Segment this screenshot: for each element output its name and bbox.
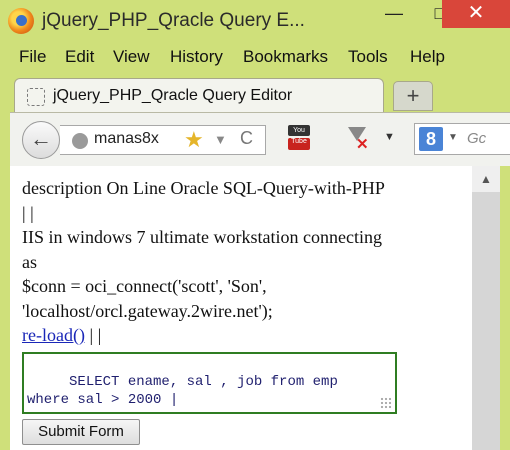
conn-line: $conn = oci_connect('scott', 'Son',: [22, 276, 267, 296]
download-blocked-icon[interactable]: ✕: [346, 127, 370, 153]
reload-row: re-load() | |: [22, 323, 462, 348]
menu-bar: File Edit View History Bookmarks Tools H…: [0, 44, 510, 72]
page-placeholder-icon: [27, 88, 45, 106]
url-dropdown-icon[interactable]: ▼: [214, 132, 227, 147]
search-engine-dropdown-icon[interactable]: ▼: [448, 132, 458, 143]
as-line: as: [22, 251, 37, 272]
menu-file[interactable]: File: [19, 47, 46, 67]
menu-view[interactable]: View: [113, 47, 150, 67]
description-line: description On Line Oracle SQL-Query-wit…: [22, 178, 385, 198]
red-x-icon: ✕: [356, 136, 369, 153]
globe-icon: [72, 133, 88, 149]
tab-active[interactable]: jQuery_PHP_Qracle Query Editor: [14, 78, 384, 114]
tab-label: jQuery_PHP_Qracle Query Editor: [53, 87, 293, 104]
bookmark-star-icon[interactable]: ★: [184, 127, 204, 153]
separator-line: | |: [22, 202, 34, 223]
resize-grip-icon[interactable]: [380, 397, 392, 409]
sql-query-text: SELECT ename, sal , job from emp where s…: [27, 374, 338, 408]
title-bar: jQuery_PHP_Qracle Query E... — □ ✕: [0, 0, 510, 44]
menu-history[interactable]: History: [170, 47, 223, 67]
reload-icon[interactable]: C: [240, 128, 253, 149]
host-line: 'localhost/orcl.gateway.2wire.net');: [22, 300, 273, 321]
menu-tools[interactable]: Tools: [348, 47, 388, 67]
search-box[interactable]: 8 ▼ Gc: [414, 123, 510, 155]
reload-separator: | |: [89, 325, 102, 345]
youtube-label: You Tube: [288, 125, 310, 145]
window-title: jQuery_PHP_Qracle Query E...: [42, 10, 305, 31]
vertical-scrollbar[interactable]: ▲: [472, 166, 500, 450]
navigation-bar: ← manas8x ★ ▼ C You Tube ✕ ▼ 8 ▼ Gc: [10, 112, 510, 166]
iis-line: IIS in windows 7 ultimate workstation co…: [22, 227, 382, 247]
download-menu-icon[interactable]: ▼: [384, 131, 395, 143]
new-tab-button[interactable]: +: [393, 81, 433, 111]
search-engine-icon[interactable]: 8: [419, 127, 443, 151]
minimize-button[interactable]: —: [371, 0, 417, 28]
search-placeholder: Gc: [467, 130, 487, 147]
page-text: description On Line Oracle SQL-Query-wit…: [22, 176, 462, 348]
reload-link[interactable]: re-load(): [22, 325, 85, 345]
url-text: manas8x: [94, 130, 159, 147]
menu-bookmarks[interactable]: Bookmarks: [243, 47, 328, 67]
tab-strip: jQuery_PHP_Qracle Query Editor +: [0, 72, 510, 114]
back-button[interactable]: ←: [22, 121, 60, 159]
submit-form-button[interactable]: Submit Form: [22, 419, 140, 445]
youtube-icon[interactable]: You Tube: [288, 125, 310, 151]
firefox-logo-icon: [8, 8, 34, 34]
close-button[interactable]: ✕: [442, 0, 510, 28]
menu-help[interactable]: Help: [410, 47, 445, 67]
menu-edit[interactable]: Edit: [65, 47, 94, 67]
sql-query-textarea[interactable]: SELECT ename, sal , job from emp where s…: [22, 352, 397, 414]
page-content: description On Line Oracle SQL-Query-wit…: [10, 166, 472, 450]
scroll-up-arrow-icon[interactable]: ▲: [472, 166, 500, 192]
url-bar[interactable]: manas8x ★ ▼ C: [60, 125, 266, 155]
